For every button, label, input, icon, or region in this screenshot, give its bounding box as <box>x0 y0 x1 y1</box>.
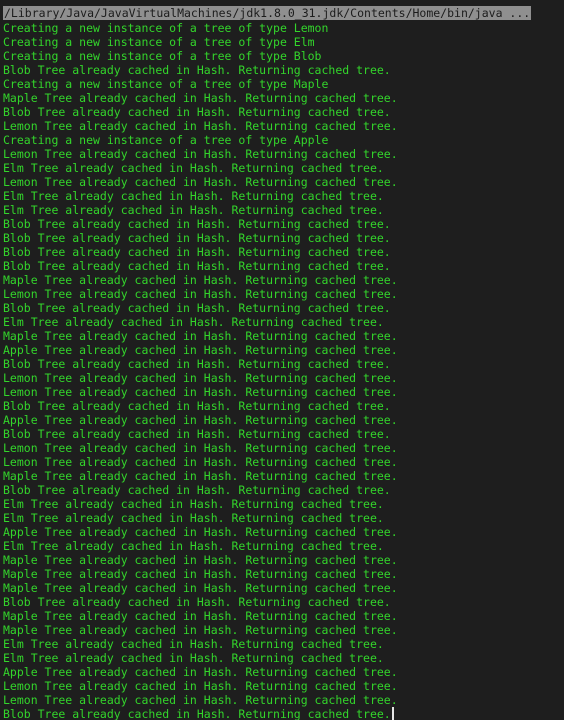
output-line: Elm Tree already cached in Hash. Returni… <box>3 637 384 651</box>
output-line: Lemon Tree already cached in Hash. Retur… <box>3 385 398 399</box>
output-line: Blob Tree already cached in Hash. Return… <box>3 483 391 497</box>
output-line: Maple Tree already cached in Hash. Retur… <box>3 553 398 567</box>
output-line: Blob Tree already cached in Hash. Return… <box>3 301 391 315</box>
output-line: Lemon Tree already cached in Hash. Retur… <box>3 147 398 161</box>
output-line: Lemon Tree already cached in Hash. Retur… <box>3 371 398 385</box>
output-line: Maple Tree already cached in Hash. Retur… <box>3 623 398 637</box>
output-line: Blob Tree already cached in Hash. Return… <box>3 63 391 77</box>
output-line: Lemon Tree already cached in Hash. Retur… <box>3 175 398 189</box>
output-line: Blob Tree already cached in Hash. Return… <box>3 707 564 720</box>
output-line: Lemon Tree already cached in Hash. Retur… <box>3 119 398 133</box>
output-line: Elm Tree already cached in Hash. Returni… <box>3 539 384 553</box>
output-line: Elm Tree already cached in Hash. Returni… <box>3 189 384 203</box>
output-line: Blob Tree already cached in Hash. Return… <box>3 427 391 441</box>
output-line: Elm Tree already cached in Hash. Returni… <box>3 511 384 525</box>
output-line: Elm Tree already cached in Hash. Returni… <box>3 161 384 175</box>
output-line: Apple Tree already cached in Hash. Retur… <box>3 525 398 539</box>
output-line: Maple Tree already cached in Hash. Retur… <box>3 581 398 595</box>
output-line: Apple Tree already cached in Hash. Retur… <box>3 665 398 679</box>
output-line: Creating a new instance of a tree of typ… <box>3 77 329 91</box>
output-line: Apple Tree already cached in Hash. Retur… <box>3 343 398 357</box>
terminal-output: Creating a new instance of a tree of typ… <box>3 21 564 720</box>
output-line: Elm Tree already cached in Hash. Returni… <box>3 497 384 511</box>
output-line: Elm Tree already cached in Hash. Returni… <box>3 651 384 665</box>
command-line: /Library/Java/JavaVirtualMachines/jdk1.8… <box>3 6 532 20</box>
output-line: Maple Tree already cached in Hash. Retur… <box>3 273 398 287</box>
output-line: Maple Tree already cached in Hash. Retur… <box>3 609 398 623</box>
output-line: Blob Tree already cached in Hash. Return… <box>3 245 391 259</box>
output-line: Elm Tree already cached in Hash. Returni… <box>3 315 384 329</box>
text-cursor <box>391 707 394 720</box>
output-line: Lemon Tree already cached in Hash. Retur… <box>3 287 398 301</box>
output-line: Creating a new instance of a tree of typ… <box>3 133 329 147</box>
output-line: Creating a new instance of a tree of typ… <box>3 35 315 49</box>
output-line: Blob Tree already cached in Hash. Return… <box>3 217 391 231</box>
output-line: Maple Tree already cached in Hash. Retur… <box>3 567 398 581</box>
output-line: Lemon Tree already cached in Hash. Retur… <box>3 455 398 469</box>
output-line: Lemon Tree already cached in Hash. Retur… <box>3 693 398 707</box>
output-line: Apple Tree already cached in Hash. Retur… <box>3 413 398 427</box>
output-line: Maple Tree already cached in Hash. Retur… <box>3 329 398 343</box>
output-line: Maple Tree already cached in Hash. Retur… <box>3 469 398 483</box>
output-line: Blob Tree already cached in Hash. Return… <box>3 259 391 273</box>
output-line: Creating a new instance of a tree of typ… <box>3 21 329 35</box>
output-line: Blob Tree already cached in Hash. Return… <box>3 595 391 609</box>
output-line: Blob Tree already cached in Hash. Return… <box>3 105 391 119</box>
output-line: Maple Tree already cached in Hash. Retur… <box>3 91 398 105</box>
output-line: Blob Tree already cached in Hash. Return… <box>3 357 391 371</box>
terminal-window[interactable]: /Library/Java/JavaVirtualMachines/jdk1.8… <box>0 0 564 720</box>
output-line: Blob Tree already cached in Hash. Return… <box>3 231 391 245</box>
output-line: Creating a new instance of a tree of typ… <box>3 49 322 63</box>
output-line: Blob Tree already cached in Hash. Return… <box>3 399 391 413</box>
command-line-row: /Library/Java/JavaVirtualMachines/jdk1.8… <box>3 2 564 21</box>
output-line: Elm Tree already cached in Hash. Returni… <box>3 203 384 217</box>
output-line: Lemon Tree already cached in Hash. Retur… <box>3 679 398 693</box>
output-line: Lemon Tree already cached in Hash. Retur… <box>3 441 398 455</box>
